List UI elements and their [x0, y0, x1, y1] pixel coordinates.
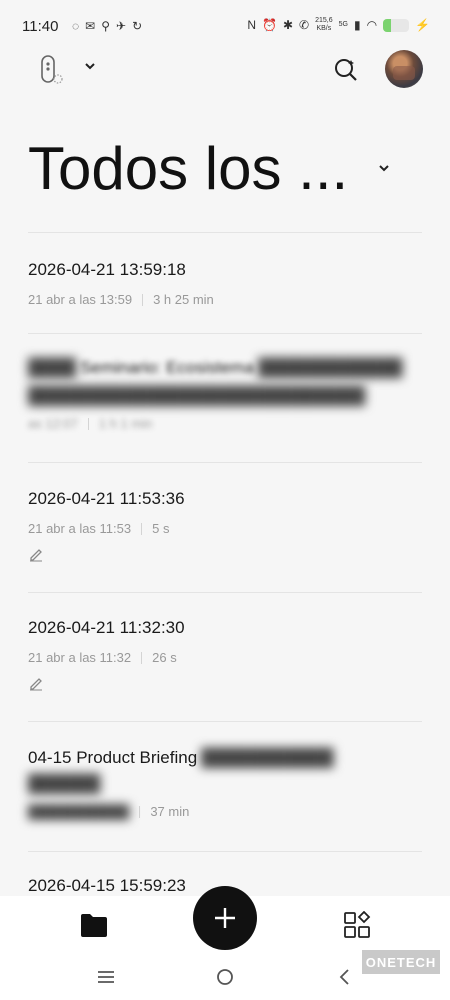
divider — [28, 333, 422, 334]
recording-date: 21 abr a las 11:32 — [28, 650, 132, 665]
redacted-text: ███████████ — [28, 804, 130, 819]
title-dropdown-chevron-icon[interactable] — [376, 160, 392, 181]
recording-title-blurred: ████ Seminario: Ecosistema ████████████ — [28, 358, 422, 378]
redacted-text: ███████████ — [201, 748, 334, 767]
recording-title: 2026-04-21 13:59:18 — [28, 260, 186, 279]
recording-duration: 1 h 1 min — [98, 416, 153, 431]
folder-icon[interactable] — [80, 912, 108, 938]
alarm-icon: ⏰ — [262, 18, 277, 32]
recording-meta: as 12:07 1 h 1 min — [28, 416, 422, 431]
recording-duration: 5 s — [152, 521, 170, 536]
chat-icon: ◌ — [72, 19, 80, 33]
new-recording-button[interactable] — [193, 886, 257, 950]
recording-duration: 3 h 25 min — [153, 292, 214, 307]
note-pen-icon — [28, 546, 44, 562]
divider — [28, 851, 422, 852]
recording-meta: 21 abr a las 11:32 26 s — [28, 650, 422, 665]
redacted-text: ████████████████████████████ — [28, 386, 366, 405]
meta-separator — [142, 293, 144, 306]
home-circle-icon[interactable] — [216, 968, 234, 991]
status-bar: 11:40 ◌ ✉ ⚲ ✈ ↻ N ⏰ ✱ ✆ 215,6 KB/s 5G ▮ … — [0, 0, 450, 50]
status-time: 11:40 — [22, 18, 59, 35]
recording-title: 2026-04-21 11:53:36 — [28, 489, 185, 508]
meta-separator — [139, 805, 141, 818]
meta-separator — [141, 522, 143, 535]
notification-icons: ◌ ✉ ⚲ ✈ ↻ — [72, 19, 142, 33]
plus-icon — [215, 908, 235, 928]
top-bar — [0, 50, 450, 92]
location-icon: ⚲ — [101, 19, 110, 33]
recording-date: as 12:07 — [28, 416, 78, 431]
recording-title: 04-15 Product Briefing — [28, 748, 198, 767]
mail-icon: ✉ — [85, 19, 96, 33]
nfc-icon: N — [247, 18, 256, 32]
recording-meta: 21 abr a las 11:53 5 s — [28, 521, 422, 536]
network-type: 5G — [338, 21, 348, 28]
recording-title: Seminario: Ecosistema — [80, 358, 255, 377]
wifi-icon: ◠ — [366, 18, 378, 32]
battery-icon — [383, 18, 410, 32]
recording-date: 21 abr a las 11:53 — [28, 521, 132, 536]
meta-separator — [87, 417, 89, 430]
recording-item[interactable]: ████ Seminario: Ecosistema ████████████ … — [28, 358, 422, 431]
redacted-text: ████████████ — [258, 358, 403, 377]
divider — [28, 592, 422, 593]
divider — [28, 462, 422, 463]
recording-date: 21 abr a las 13:59 — [28, 292, 133, 307]
note-pen-icon — [28, 675, 44, 691]
recording-title: 2026-04-21 11:32:30 — [28, 618, 185, 637]
recorder-app-icon[interactable] — [38, 52, 68, 86]
apps-grid-icon[interactable] — [343, 910, 371, 939]
divider — [28, 721, 422, 722]
recents-menu-icon[interactable] — [96, 969, 116, 990]
recording-item[interactable]: 2026-04-21 13:59:18 21 abr a las 13:59 3… — [28, 260, 422, 307]
signal-icon: ▮ — [353, 18, 361, 32]
page-title: Todos los ... — [28, 135, 349, 202]
folder-switch-chevron-icon[interactable] — [82, 58, 98, 79]
recording-item[interactable]: 2026-04-21 11:53:36 21 abr a las 11:53 5… — [28, 489, 422, 562]
recording-duration: 37 min — [150, 804, 190, 819]
sync-icon: ↻ — [132, 19, 143, 33]
redacted-text: ████ — [28, 358, 77, 377]
recording-meta: ███████████ 37 min — [28, 804, 422, 819]
recording-item[interactable]: 04-15 Product Briefing ███████████ █████… — [28, 748, 422, 819]
recording-item[interactable]: 2026-04-21 11:32:30 21 abr a las 11:32 2… — [28, 618, 422, 691]
recording-meta: 21 abr a las 13:59 3 h 25 min — [28, 292, 422, 307]
watermark-logo: ONETECH — [362, 950, 440, 974]
recording-title-blurred: 04-15 Product Briefing ███████████ — [28, 748, 422, 768]
charging-icon: ⚡ — [415, 18, 430, 32]
bluetooth-icon: ✱ — [282, 18, 294, 32]
recording-duration: 26 s — [152, 650, 177, 665]
redacted-text: ██████ — [28, 774, 101, 793]
meta-separator — [141, 651, 143, 664]
ai-search-icon[interactable] — [333, 57, 359, 88]
net-speed: 215,6 KB/s — [315, 17, 333, 32]
call-icon: ✆ — [299, 18, 310, 32]
system-icons: N ⏰ ✱ ✆ 215,6 KB/s 5G ▮ ◠ ⚡ — [247, 17, 430, 33]
back-chevron-icon[interactable] — [336, 968, 352, 991]
divider — [28, 232, 422, 233]
airplane-icon: ✈ — [116, 19, 127, 33]
user-avatar[interactable] — [385, 50, 423, 88]
